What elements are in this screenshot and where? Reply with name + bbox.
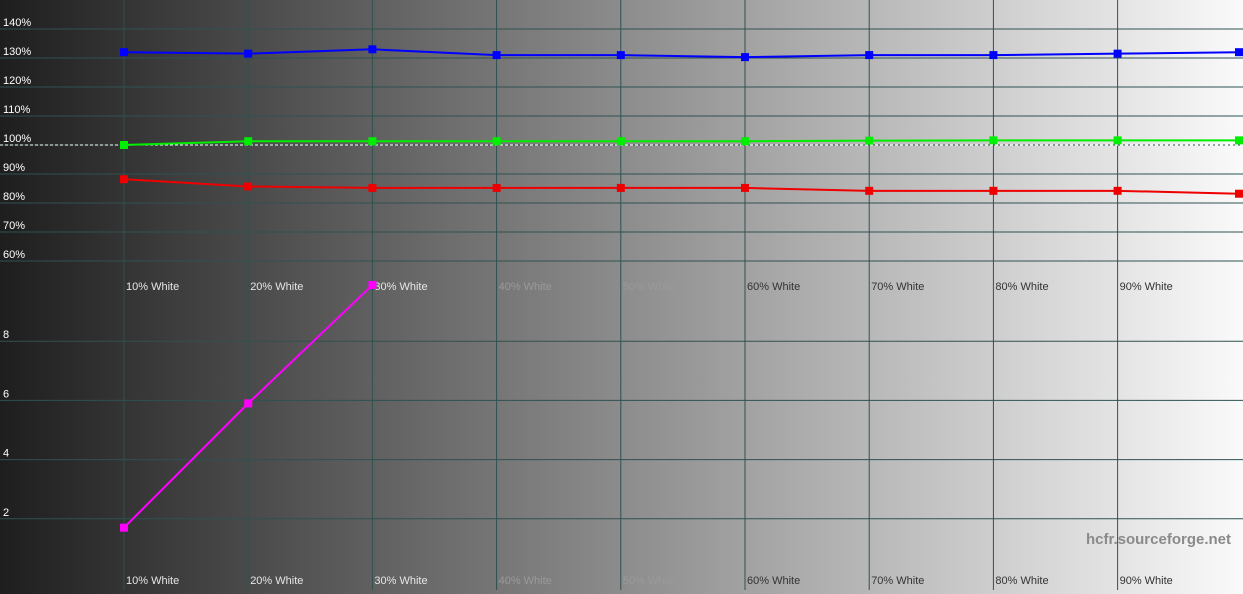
y-tick-label: 130% xyxy=(3,46,31,58)
category-label: 80% White xyxy=(995,575,1048,587)
data-point xyxy=(244,182,253,191)
data-point xyxy=(492,51,501,60)
data-point xyxy=(989,136,998,145)
y-tick-label: 120% xyxy=(3,75,31,87)
data-point xyxy=(865,186,874,195)
data-point xyxy=(368,183,377,192)
data-point xyxy=(368,137,377,146)
category-label: 60% White xyxy=(747,281,800,293)
y-tick-label: 110% xyxy=(3,104,31,116)
category-label: 70% White xyxy=(871,575,924,587)
category-label: 40% White xyxy=(499,281,552,293)
data-point xyxy=(1113,136,1122,145)
category-label: 70% White xyxy=(871,281,924,293)
category-label: 20% White xyxy=(250,575,303,587)
y-tick-label: 8 xyxy=(3,329,9,341)
y-tick-label: 60% xyxy=(3,249,25,261)
data-point xyxy=(741,183,749,192)
data-point xyxy=(989,51,998,60)
data-point xyxy=(120,48,128,57)
data-point xyxy=(741,53,749,62)
data-point xyxy=(616,183,625,192)
category-label: 40% White xyxy=(499,575,552,587)
chart-canvas: 60% 70% 80% 90% 100% 110% 120% 130% 140% 2 4 6 8 10%… xyxy=(0,0,1243,594)
y-tick-label: 90% xyxy=(3,162,25,174)
data-point xyxy=(1113,186,1122,195)
y-tick-label: 6 xyxy=(3,388,9,400)
category-label: 50% White xyxy=(623,281,676,293)
hcfr-chart-view: 60% 70% 80% 90% 100% 110% 120% 130% 140% 2 4 6 8 10%… xyxy=(0,0,1243,594)
category-label: 10% White xyxy=(126,281,179,293)
category-label: 50% White xyxy=(623,575,676,587)
category-label: 30% White xyxy=(374,575,427,587)
data-point xyxy=(1235,136,1243,145)
data-point xyxy=(244,399,253,408)
data-point xyxy=(492,183,501,192)
data-point xyxy=(492,137,501,146)
category-label: 60% White xyxy=(747,575,800,587)
y-tick-label: 100% xyxy=(3,133,31,145)
category-label: 90% White xyxy=(1120,281,1173,293)
y-tick-label: 140% xyxy=(3,17,31,29)
watermark: hcfr.sourceforge.net xyxy=(1086,531,1231,548)
y-tick-label: 4 xyxy=(3,448,9,460)
data-point xyxy=(368,45,377,54)
y-tick-label: 70% xyxy=(3,220,25,232)
y-tick-label: 2 xyxy=(3,507,9,519)
data-point xyxy=(120,141,128,149)
data-point xyxy=(120,523,128,532)
data-point xyxy=(865,136,874,145)
data-point xyxy=(616,51,625,60)
y-tick-label: 80% xyxy=(3,191,25,203)
chart-background xyxy=(0,0,1243,594)
category-label: 80% White xyxy=(995,281,1048,293)
category-label: 30% White xyxy=(374,281,427,293)
data-point xyxy=(741,137,749,146)
category-label: 20% White xyxy=(250,281,303,293)
data-point xyxy=(368,280,377,289)
data-point xyxy=(1235,189,1243,198)
data-point xyxy=(1235,48,1243,57)
data-point xyxy=(1113,49,1122,58)
data-point xyxy=(616,137,625,146)
data-point xyxy=(244,49,253,58)
data-point xyxy=(120,175,128,184)
category-label: 90% White xyxy=(1120,575,1173,587)
data-point xyxy=(865,51,874,60)
data-point xyxy=(989,186,998,195)
category-label: 10% White xyxy=(126,575,179,587)
data-point xyxy=(244,137,253,146)
